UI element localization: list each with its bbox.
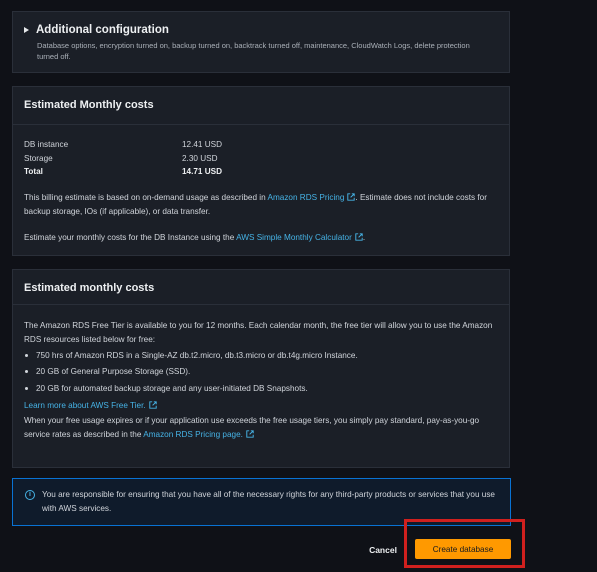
free-tier-learn-more-link[interactable]: Learn more about AWS Free Tier. bbox=[24, 401, 146, 410]
cost-label-total: Total bbox=[24, 167, 43, 176]
cost-label-db-instance: DB instance bbox=[24, 140, 69, 149]
monthly-costs-title: Estimated Monthly costs bbox=[13, 87, 509, 125]
cost-value-db-instance: 12.41 USD bbox=[182, 140, 223, 149]
additional-config-title: Additional configuration bbox=[36, 24, 169, 36]
cost-value-total: 14.71 USD bbox=[182, 167, 223, 176]
cancel-button[interactable]: Cancel bbox=[360, 540, 406, 560]
create-database-button[interactable]: Create database bbox=[415, 539, 511, 559]
free-tier-intro: The Amazon RDS Free Tier is available to… bbox=[24, 321, 493, 344]
monthly-costs-panel: Estimated Monthly costs DB instance 12.4… bbox=[12, 86, 510, 256]
caret-right-icon[interactable] bbox=[24, 27, 29, 33]
additional-config-toggle[interactable]: Additional configuration bbox=[24, 24, 169, 36]
free-tier-panel: Estimated monthly costs The Amazon RDS F… bbox=[12, 269, 510, 468]
free-tier-title: Estimated monthly costs bbox=[13, 270, 509, 305]
external-link-icon bbox=[355, 232, 363, 241]
rds-pricing-page-link[interactable]: Amazon RDS Pricing page. bbox=[143, 430, 243, 439]
additional-config-panel: Additional configuration Database option… bbox=[12, 11, 510, 73]
free-tier-list: 750 hrs of Amazon RDS in a Single-AZ db.… bbox=[24, 349, 498, 396]
additional-config-description: Database options, encryption turned on, … bbox=[37, 41, 470, 61]
learn-more-row: Learn more about AWS Free Tier. bbox=[24, 399, 498, 413]
monthly-calculator-link[interactable]: AWS Simple Monthly Calculator bbox=[236, 233, 352, 242]
cost-value-storage: 2.30 USD bbox=[182, 153, 218, 163]
free-tier-expiry-text: When your free usage expires or if your … bbox=[24, 415, 480, 439]
billing-estimate-text: This billing estimate is based on on-dem… bbox=[24, 192, 487, 217]
calculator-text: Estimate your monthly costs for the DB I… bbox=[24, 232, 366, 242]
cost-table: DB instance 12.41 USD Storage 2.30 USD T… bbox=[24, 138, 498, 179]
list-item: 750 hrs of Amazon RDS in a Single-AZ db.… bbox=[24, 349, 498, 363]
info-icon: i bbox=[25, 490, 35, 500]
external-link-icon bbox=[148, 401, 157, 409]
list-item: 20 GB for automated backup storage and a… bbox=[24, 382, 498, 396]
external-link-icon bbox=[246, 429, 254, 438]
cost-label-storage: Storage bbox=[24, 153, 53, 163]
list-item: 20 GB of General Purpose Storage (SSD). bbox=[24, 365, 498, 379]
rds-pricing-link[interactable]: Amazon RDS Pricing bbox=[268, 193, 345, 202]
